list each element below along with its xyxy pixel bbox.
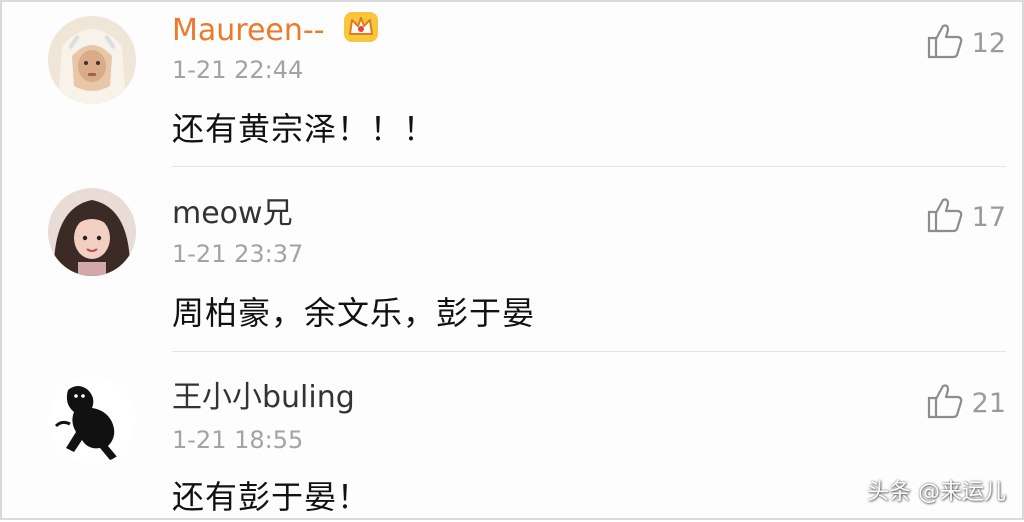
like-button[interactable]: 12	[926, 22, 1006, 64]
avatar[interactable]	[48, 376, 136, 464]
crown-icon	[342, 10, 380, 53]
avatar[interactable]	[48, 16, 136, 104]
like-button[interactable]: 17	[926, 196, 1006, 238]
like-button[interactable]: 21	[926, 382, 1006, 424]
thumbs-up-icon	[926, 382, 964, 424]
comment-item: meow兄 1-21 23:37 周柏豪，余文乐，彭于晏 17	[2, 170, 1024, 352]
comment-text: 还有黄宗泽！！！	[172, 110, 437, 148]
username[interactable]: 王小小buling	[172, 380, 355, 416]
watermark: 头条 @来运儿	[867, 480, 1006, 505]
comment-text: 还有彭于晏！	[172, 478, 371, 516]
divider	[172, 166, 1006, 167]
comment-item: Maureen-- 1-21 22:44 还有黄宗泽！！！ 12	[2, 2, 1024, 170]
like-count: 21	[971, 387, 1006, 419]
username[interactable]: Maureen--	[172, 10, 380, 53]
comment-text: 周柏豪，余文乐，彭于晏	[172, 294, 536, 332]
username[interactable]: meow兄	[172, 196, 293, 232]
comment-time: 1-21 22:44	[172, 56, 304, 84]
like-count: 12	[971, 27, 1006, 59]
comment-time: 1-21 23:37	[172, 240, 304, 268]
thumbs-up-icon	[926, 22, 964, 64]
comment-list: Maureen-- 1-21 22:44 还有黄宗泽！！！ 12 meow兄 1…	[0, 0, 1024, 520]
avatar[interactable]	[48, 188, 136, 276]
thumbs-up-icon	[926, 196, 964, 238]
like-count: 17	[971, 201, 1006, 233]
comment-time: 1-21 18:55	[172, 426, 304, 454]
